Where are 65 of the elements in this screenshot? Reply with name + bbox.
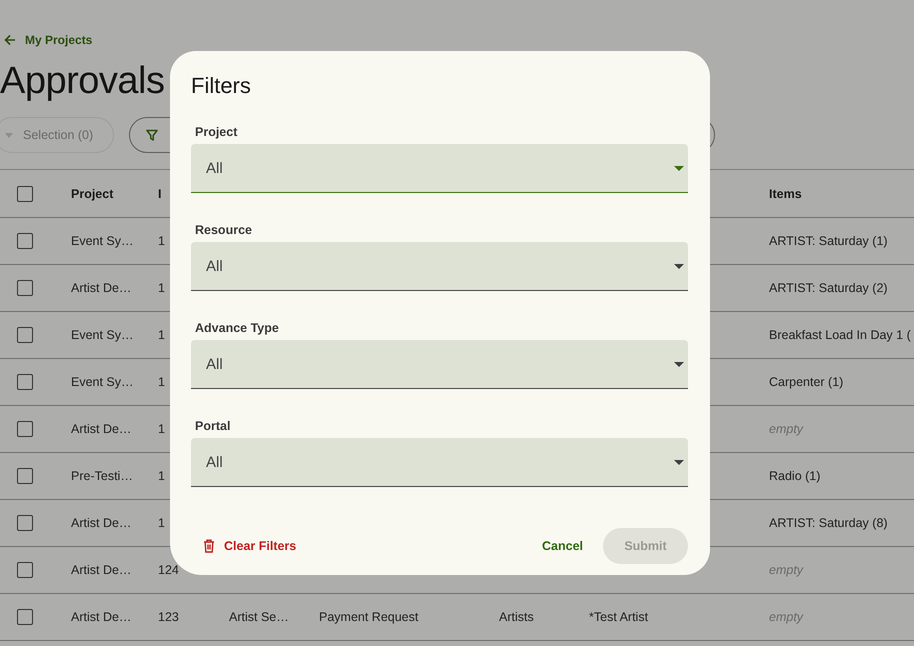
- field-label: Portal: [195, 418, 232, 434]
- table-cell: empty: [769, 610, 804, 624]
- select-all-checkbox[interactable]: [17, 186, 33, 202]
- table-cell: Artist De…: [71, 610, 132, 624]
- back-arrow-icon: [4, 34, 16, 46]
- row-checkbox[interactable]: [17, 327, 33, 343]
- field-label: Project: [195, 124, 238, 140]
- caret-icon: [674, 166, 684, 170]
- table-cell: 1: [158, 516, 165, 530]
- table-cell: 1: [158, 469, 165, 483]
- table-cell: Artist De…: [71, 516, 132, 530]
- table-cell: Pre-Testi…: [71, 469, 133, 483]
- table-cell: 1: [158, 328, 165, 342]
- column-header: Items: [769, 186, 802, 200]
- select-field[interactable]: All: [191, 242, 688, 291]
- table-cell: 1: [158, 234, 165, 248]
- table-cell: Artist De…: [71, 422, 132, 436]
- row-checkbox[interactable]: [17, 421, 33, 437]
- caret-icon: [674, 362, 684, 366]
- table-cell: Artist De…: [71, 281, 132, 295]
- trash-icon: [203, 539, 215, 553]
- page-title: Approvals: [0, 59, 164, 104]
- field-label: Advance Type: [195, 320, 280, 336]
- table-cell: Artist Se…: [229, 610, 289, 624]
- table-cell: 1: [158, 375, 165, 389]
- cancel-button[interactable]: Cancel: [530, 533, 595, 559]
- row-checkbox[interactable]: [17, 562, 33, 578]
- row-checkbox[interactable]: [17, 468, 33, 484]
- caret-icon: [674, 460, 684, 464]
- table-cell: *Test Artist: [589, 610, 648, 624]
- row-checkbox[interactable]: [17, 609, 33, 625]
- table-cell: ARTIST: Saturday (1): [769, 234, 888, 248]
- select-field[interactable]: All: [191, 144, 688, 193]
- table-cell: empty: [769, 563, 804, 577]
- dialog-title: Filters: [191, 73, 252, 99]
- caret-icon: [674, 264, 684, 268]
- table-cell: Event Sy…: [71, 328, 134, 342]
- filter-icon: [146, 129, 158, 141]
- table-cell: 123: [158, 610, 179, 624]
- table-cell: Event Sy…: [71, 234, 134, 248]
- row-checkbox[interactable]: [17, 233, 33, 249]
- table-cell: Carpenter (1): [769, 375, 844, 389]
- table-cell: Radio (1): [769, 469, 820, 483]
- table-cell: 1: [158, 281, 165, 295]
- table-cell: 124: [158, 563, 179, 577]
- row-checkbox[interactable]: [17, 515, 33, 531]
- row-checkbox[interactable]: [17, 280, 33, 296]
- table-cell: Payment Request: [319, 610, 418, 624]
- table-cell: Artist De…: [71, 563, 132, 577]
- table-cell: 1: [158, 422, 165, 436]
- caret-icon: [5, 132, 13, 138]
- clear-filters-button[interactable]: Clear Filters: [191, 533, 308, 559]
- back-link[interactable]: My Projects: [4, 32, 92, 48]
- table-cell: empty: [769, 422, 804, 436]
- row-checkbox[interactable]: [17, 374, 33, 390]
- table-cell: ARTIST: Saturday (2): [769, 281, 888, 295]
- select-field[interactable]: All: [191, 438, 688, 487]
- field-label: Resource: [195, 222, 253, 238]
- select-field[interactable]: All: [191, 340, 688, 389]
- table-cell: ARTIST: Saturday (8): [769, 516, 888, 530]
- column-header: I: [158, 186, 162, 200]
- table-cell: Breakfast Load In Day 1 (: [769, 328, 911, 342]
- table-cell: Artists: [499, 610, 534, 624]
- table-cell: Event Sy…: [71, 375, 134, 389]
- column-header: Project: [71, 186, 114, 200]
